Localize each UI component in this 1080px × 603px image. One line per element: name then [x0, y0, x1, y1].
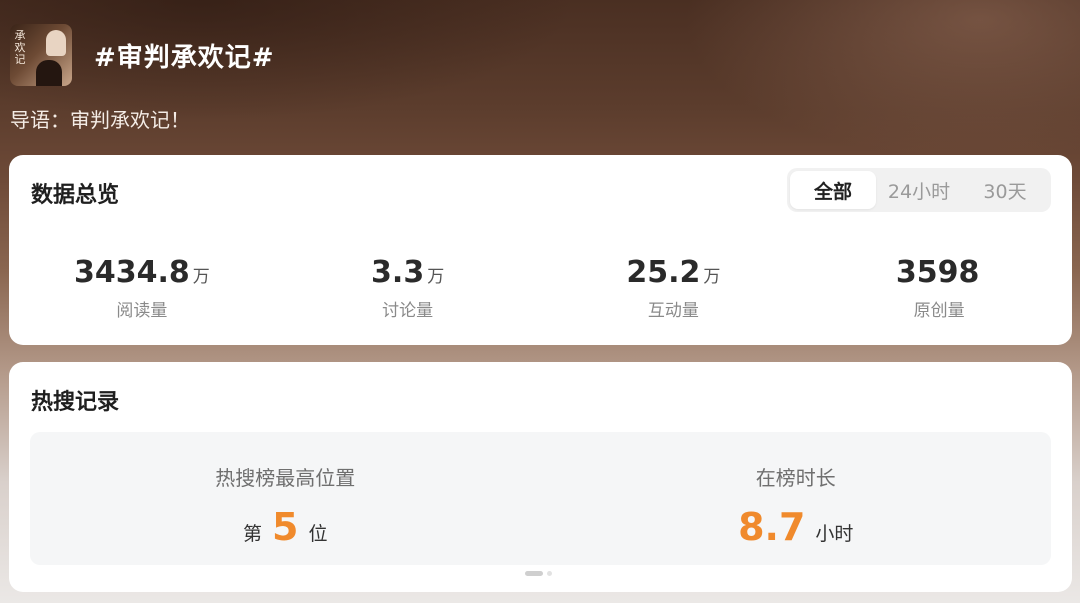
stat-originals: 3598 原创量 [806, 255, 1072, 321]
stats-row: 3434.8 万 阅读量 3.3 万 讨论量 25.2 万 互动量 3598 原 [9, 255, 1072, 321]
stat-unit: 万 [703, 267, 721, 287]
stat-interactions: 25.2 万 互动量 [541, 255, 807, 321]
cover-figure [36, 60, 62, 86]
topic-header: 承欢记 #审判承欢记# [10, 24, 275, 86]
stat-label: 阅读量 [116, 301, 168, 321]
stat-value: 3434.8 [73, 255, 190, 290]
tab-30d[interactable]: 30天 [962, 171, 1048, 209]
page-indicator [525, 571, 552, 576]
stat-label: 原创量 [913, 301, 965, 321]
stat-unit: 万 [427, 267, 445, 287]
peak-rank-value: 5 [272, 505, 299, 549]
tab-24h[interactable]: 24小时 [876, 171, 962, 209]
stat-label: 互动量 [647, 301, 699, 321]
peak-rank-label: 热搜榜最高位置 [215, 466, 356, 490]
cover-title-text: 承欢记 [14, 29, 26, 66]
stat-label: 讨论量 [382, 301, 434, 321]
stat-value: 3598 [895, 255, 980, 290]
cover-figure [46, 30, 66, 56]
stat-unit: 万 [192, 267, 210, 287]
stat-value: 25.2 [626, 255, 701, 290]
page-dot [547, 571, 552, 576]
topic-title: #审判承欢记# [94, 42, 275, 73]
duration-value: 8.7 [738, 505, 806, 549]
topic-cover-image[interactable]: 承欢记 [10, 24, 72, 86]
hot-search-panel[interactable]: 热搜榜最高位置 第 5 位 在榜时长 8.7 小时 [30, 432, 1051, 565]
stat-value: 3.3 [371, 255, 425, 290]
peak-rank-suffix: 位 [308, 523, 328, 545]
topic-intro: 导语：审判承欢记！ [10, 108, 190, 132]
peak-rank: 热搜榜最高位置 第 5 位 [30, 432, 541, 565]
stat-reads: 3434.8 万 阅读量 [9, 255, 275, 321]
stat-discussions: 3.3 万 讨论量 [275, 255, 541, 321]
on-list-duration: 在榜时长 8.7 小时 [541, 432, 1052, 565]
hot-search-title: 热搜记录 [31, 390, 120, 415]
duration-suffix: 小时 [815, 523, 854, 545]
hot-search-card: 热搜记录 热搜榜最高位置 第 5 位 在榜时长 8.7 小时 [9, 362, 1072, 592]
data-overview-card: 数据总览 全部 24小时 30天 3434.8 万 阅读量 3.3 万 讨论量 … [9, 155, 1072, 345]
time-range-tabs: 全部 24小时 30天 [787, 168, 1051, 212]
page-dot-active [525, 571, 543, 576]
overview-title: 数据总览 [31, 183, 120, 208]
peak-rank-prefix: 第 [243, 523, 263, 545]
tab-all[interactable]: 全部 [790, 171, 876, 209]
duration-label: 在榜时长 [755, 466, 836, 490]
